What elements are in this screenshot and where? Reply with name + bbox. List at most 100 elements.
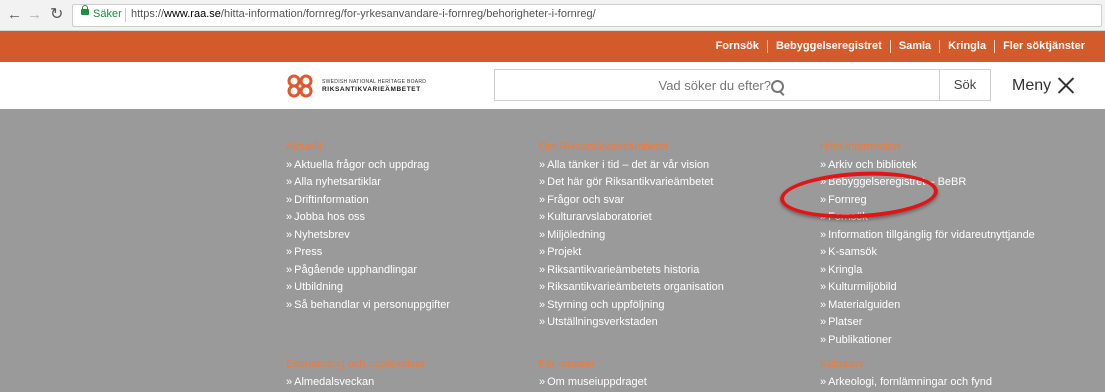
chevron-right-icon: » <box>539 176 546 188</box>
menu-item[interactable]: » Aktuella frågor och uppdrag <box>286 157 450 175</box>
menu-item-label: Arkeologi, fornlämningar och fynd <box>828 375 992 388</box>
menu-item-label: Platser <box>828 316 863 328</box>
reload-icon[interactable]: ↻ <box>50 6 63 24</box>
chevron-right-icon: » <box>820 375 827 388</box>
menu-item[interactable]: » Platser <box>820 314 1035 332</box>
menu-item[interactable]: » Publikationer <box>820 332 1035 350</box>
menu-item[interactable]: » Kulturmiljöbild <box>820 279 1035 297</box>
menu-item[interactable]: » Miljöledning <box>539 227 724 245</box>
menu-item[interactable]: » Driftinformation <box>286 192 450 210</box>
service-links-bar: Fornsök Bebyggelseregistret Samla Kringl… <box>0 31 1105 62</box>
menu-item-label: Så behandlar vi personuppgifter <box>294 298 451 311</box>
forward-arrow-icon[interactable]: → <box>27 6 42 24</box>
menu-item-label: Utställningsverkstaden <box>547 316 658 328</box>
chevron-right-icon: » <box>820 298 827 311</box>
site-logo[interactable]: SWEDISH NATIONAL HERITAGE BOARD RIKSANTI… <box>286 74 436 98</box>
menu-item[interactable]: » Kulturarvslaboratoriet <box>539 209 724 227</box>
menu-heading[interactable]: Om Riksantikvarieämbetet <box>539 139 724 157</box>
search-input[interactable]: Vad söker du efter? <box>494 69 939 101</box>
search-button[interactable]: Sök <box>939 69 991 101</box>
menu-item[interactable]: » K-samsök <box>820 244 1035 262</box>
menu-item-label: Almedalsveckan <box>294 375 375 388</box>
chevron-right-icon: » <box>539 246 546 258</box>
menu-item-label: Miljöledning <box>547 228 606 241</box>
menu-label[interactable]: Meny <box>1012 77 1051 95</box>
menu-heading[interactable]: Evenemang och upplevelser <box>286 356 425 374</box>
chevron-right-icon: » <box>820 263 827 276</box>
chevron-right-icon: » <box>539 316 546 328</box>
chevron-right-icon: » <box>286 281 293 293</box>
search-placeholder: Vad söker du efter? <box>658 78 772 93</box>
menu-heading[interactable]: Hitta information <box>820 139 1035 157</box>
menu-item[interactable]: » Alla tänker i tid – det är vår vision <box>539 157 724 175</box>
menu-item[interactable]: » Pågående upphandlingar <box>286 262 450 280</box>
menu-item-label: Alla nyhetsartiklar <box>294 176 381 188</box>
menu-item[interactable]: » Styrning och uppföljning <box>539 297 724 315</box>
menu-item[interactable]: » Om museiuppdraget <box>539 374 647 392</box>
menu-item[interactable]: » Utbildning <box>286 279 450 297</box>
menu-item[interactable]: » Riksantikvarieämbetets historia <box>539 262 724 280</box>
menu-column-aktuellt: Aktuellt » Aktuella frågor och uppdrag » A… <box>286 139 450 314</box>
menu-item-label: Alla tänker i tid – det är vår vision <box>547 158 710 171</box>
chevron-right-icon: » <box>539 211 546 223</box>
service-link-samla[interactable]: Samla <box>889 40 939 53</box>
back-arrow-icon[interactable]: ← <box>7 6 22 24</box>
menu-column-kulturarv: Kulturarv » Arkeologi, fornlämningar och … <box>820 356 992 391</box>
service-link-fler-soktjanster[interactable]: Fler söktjänster <box>994 40 1093 53</box>
menu-item-label: Riksantikvarieämbetets historia <box>547 263 700 276</box>
menu-item-label: Jobba hos oss <box>294 211 366 223</box>
address-bar[interactable]: Säker https://www.raa.se/hitta-informati… <box>72 4 1102 27</box>
menu-item[interactable]: » Press <box>286 244 450 262</box>
chevron-right-icon: » <box>286 298 293 311</box>
menu-item-label: Projekt <box>547 246 582 258</box>
chevron-right-icon: » <box>820 333 827 346</box>
menu-item-label: Styrning och uppföljning <box>547 298 665 311</box>
chevron-right-icon: » <box>820 228 827 241</box>
menu-item[interactable]: » Kringla <box>820 262 1035 280</box>
menu-item-label: Aktuella frågor och uppdrag <box>294 158 430 171</box>
service-link-kringla[interactable]: Kringla <box>939 40 994 53</box>
menu-item-label: Det här gör Riksantikvarieämbetet <box>547 176 714 188</box>
chevron-right-icon: » <box>539 193 546 206</box>
close-icon[interactable] <box>1057 76 1075 94</box>
chevron-right-icon: » <box>539 281 546 293</box>
menu-item[interactable]: » Frågor och svar <box>539 192 724 210</box>
menu-item[interactable]: » Så behandlar vi personuppgifter <box>286 297 450 315</box>
chevron-right-icon: » <box>820 316 827 328</box>
menu-heading[interactable]: För museer <box>539 356 647 374</box>
chevron-right-icon: » <box>820 158 827 171</box>
service-link-bebyggelseregistret[interactable]: Bebyggelseregistret <box>766 40 890 53</box>
chevron-right-icon: » <box>539 228 546 241</box>
menu-item-label: Frågor och svar <box>547 193 625 206</box>
menu-item-label: K-samsök <box>828 246 878 258</box>
url-path: /hitta-information/fornreg/for-yrkesanva… <box>220 8 596 20</box>
menu-heading[interactable]: Kulturarv <box>820 356 992 374</box>
menu-item[interactable]: » Det här gör Riksantikvarieämbetet <box>539 174 724 192</box>
service-link-fornsok[interactable]: Fornsök <box>708 40 767 53</box>
menu-item[interactable]: » Utställningsverkstaden <box>539 314 724 332</box>
menu-item[interactable]: » Alla nyhetsartiklar <box>286 174 450 192</box>
menu-item[interactable]: » Materialguiden <box>820 297 1035 315</box>
site-header: SWEDISH NATIONAL HERITAGE BOARD RIKSANTI… <box>0 62 1105 109</box>
menu-item[interactable]: » Riksantikvarieämbetets organisation <box>539 279 724 297</box>
lock-icon <box>81 5 89 15</box>
menu-item-label: Utbildning <box>294 281 344 293</box>
chevron-right-icon: » <box>820 281 827 293</box>
menu-heading[interactable]: Aktuellt <box>286 139 450 157</box>
menu-item-label: Om museiuppdraget <box>547 375 647 388</box>
service-links: Fornsök Bebyggelseregistret Samla Kringl… <box>708 40 1093 53</box>
chevron-right-icon: » <box>286 176 293 188</box>
url-text[interactable]: https://www.raa.se/hitta-information/for… <box>131 8 596 20</box>
menu-item[interactable]: » Almedalsveckan <box>286 374 425 392</box>
menu-item-label: Press <box>294 246 323 258</box>
menu-item-label: Pågående upphandlingar <box>294 263 418 276</box>
menu-item[interactable]: » Information tillgänglig för vidareutnyt… <box>820 227 1035 245</box>
menu-item[interactable]: » Nyhetsbrev <box>286 227 450 245</box>
menu-item-label: Arkiv och bibliotek <box>828 158 917 171</box>
menu-item[interactable]: » Projekt <box>539 244 724 262</box>
url-host: www.raa.se <box>164 8 221 20</box>
menu-item[interactable]: » Arkeologi, fornlämningar och fynd <box>820 374 992 392</box>
raa-logo-icon <box>287 74 313 98</box>
chevron-right-icon: » <box>286 263 293 276</box>
menu-item[interactable]: » Jobba hos oss <box>286 209 450 227</box>
